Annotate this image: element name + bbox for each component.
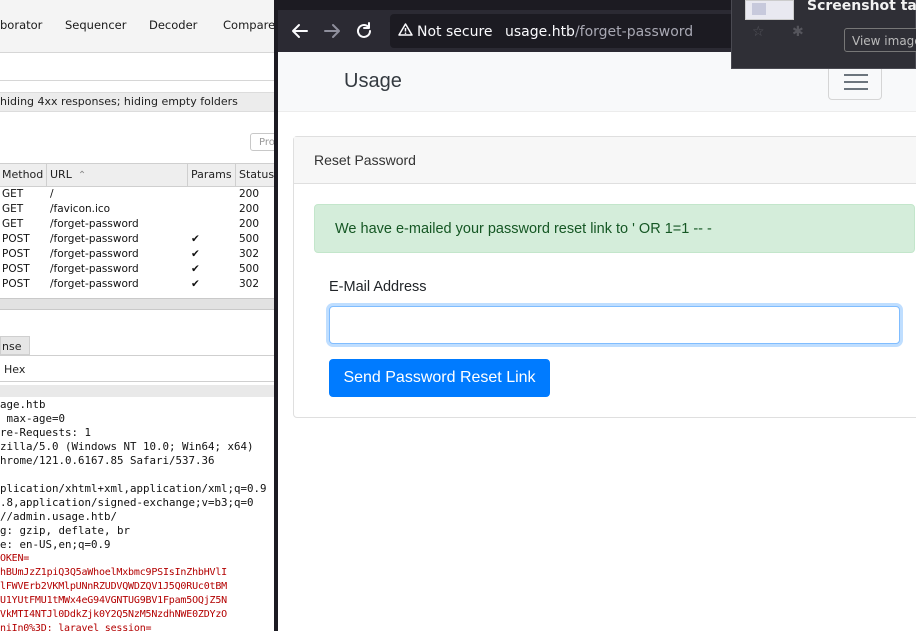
row-params-check: ✔ xyxy=(191,233,200,245)
web-page: Usage Reset Password We have e-mailed yo… xyxy=(278,52,916,631)
row-url: /forget-password xyxy=(50,278,139,290)
filter-bar[interactable]: hiding 4xx responses; hiding empty folde… xyxy=(0,92,274,112)
tab-sequencer[interactable]: Sequencer xyxy=(65,18,126,32)
request-line: re-Requests: 1 xyxy=(0,426,92,439)
tab-response[interactable]: nse xyxy=(0,336,30,355)
url-host: usage.htb xyxy=(505,24,575,40)
table-row[interactable]: GET / 200 xyxy=(0,187,274,202)
row-method: POST xyxy=(2,233,30,245)
row-url: /forget-password xyxy=(50,233,139,245)
table-row[interactable]: POST/forget-password ✔ 302 xyxy=(0,277,274,292)
proxy-button[interactable]: Pro xyxy=(250,133,274,151)
burp-window: borator Sequencer Decoder Comparer hidin… xyxy=(0,0,274,631)
alert-text: We have e-mailed your password reset lin… xyxy=(335,221,712,237)
column-status[interactable]: Status xyxy=(239,168,274,181)
row-status: 302 xyxy=(239,248,260,260)
row-method: GET xyxy=(2,203,24,215)
extension-icon: ✱ xyxy=(792,24,804,40)
email-field[interactable] xyxy=(329,306,900,344)
request-line: g: gzip, deflate, br xyxy=(0,524,131,537)
reset-password-card: Reset Password We have e-mailed your pas… xyxy=(293,136,916,418)
tab-decoder[interactable]: Decoder xyxy=(149,18,197,32)
row-params-check: ✔ xyxy=(191,278,200,290)
table-row[interactable]: POST/forget-password ✔ 500 xyxy=(0,262,274,277)
row-status: 500 xyxy=(239,263,260,275)
row-status: 302 xyxy=(239,278,260,290)
row-status: 500 xyxy=(239,233,260,245)
row-url: /forget-password xyxy=(50,248,139,260)
tab-hex[interactable]: Hex xyxy=(4,363,25,376)
star-icon: ☆ xyxy=(752,24,765,40)
request-line: //admin.usage.htb/ xyxy=(0,510,118,523)
request-line: OKEN= xyxy=(0,553,30,564)
browser-window: Not secure usage.htb/forget-password Usa… xyxy=(274,0,916,631)
success-alert: We have e-mailed your password reset lin… xyxy=(314,204,915,253)
request-line: U1YUtFMU1tMWx4eG94VGNTUG9BV1Fpam5OQjZ5N xyxy=(0,595,227,606)
column-method[interactable]: Method xyxy=(2,168,43,181)
view-image-button[interactable]: View image xyxy=(844,28,916,52)
hamburger-icon xyxy=(844,74,868,76)
request-line: plication/xhtml+xml,application/xml;q=0.… xyxy=(0,482,267,495)
row-method: POST xyxy=(2,263,30,275)
forward-arrow-icon[interactable] xyxy=(322,21,342,41)
request-line: hrome/121.0.6167.85 Safari/537.36 xyxy=(0,454,215,467)
column-url[interactable]: URL ⌃ xyxy=(50,168,86,181)
reload-icon[interactable] xyxy=(354,21,374,41)
row-url: /favicon.ico xyxy=(50,203,111,215)
tab-collaborator[interactable]: borator xyxy=(0,18,42,32)
history-table-header: Method URL ⌃ Params Status xyxy=(0,163,274,187)
row-status: 200 xyxy=(239,203,260,215)
card-header: Reset Password xyxy=(294,137,916,184)
url-path: /forget-password xyxy=(574,24,694,40)
email-label: E-Mail Address xyxy=(329,279,427,295)
request-line: zilla/5.0 (Windows NT 10.0; Win64; x64) xyxy=(0,440,254,453)
request-line: VkMTI4NTJl0DdkZjk0Y2Q5NzM5NzdhNWE0ZDYzO xyxy=(0,609,227,620)
row-method: POST xyxy=(2,248,30,260)
site-brand[interactable]: Usage xyxy=(344,70,402,93)
column-params[interactable]: Params xyxy=(191,168,232,181)
request-line: niIn0%3D; laravel_session= xyxy=(0,623,152,631)
request-line: .8,application/signed-exchange;v=b3;q=0 xyxy=(0,496,254,509)
request-line: lFWVErb2VKMlpUNnRZUDVQWDZQV1J5Q0RUc0tBM xyxy=(0,581,227,592)
table-row[interactable]: POST/forget-password ✔ 500 xyxy=(0,232,274,247)
row-url: /forget-password xyxy=(50,263,139,275)
screenshot-notification: ☆ ✱ Screenshot take View image xyxy=(731,0,916,69)
send-reset-link-button[interactable]: Send Password Reset Link xyxy=(329,359,550,397)
row-url: /forget-password xyxy=(50,218,139,230)
table-row[interactable]: POST/forget-password ✔ 302 xyxy=(0,247,274,262)
divider xyxy=(0,52,274,53)
request-line: age.htb xyxy=(0,398,46,411)
row-status: 200 xyxy=(239,218,260,230)
editor-gutter xyxy=(0,385,274,397)
table-row[interactable]: GET/favicon.ico 200 xyxy=(0,202,274,217)
warning-triangle-icon xyxy=(398,23,413,40)
pane-splitter[interactable] xyxy=(0,298,274,310)
request-line: max-age=0 xyxy=(0,412,66,425)
request-line: e: en-US,en;q=0.9 xyxy=(0,538,111,551)
row-url: / xyxy=(50,188,54,200)
divider xyxy=(0,80,274,81)
burp-tool-tabs: borator Sequencer Decoder Comparer xyxy=(0,0,274,52)
row-params-check: ✔ xyxy=(191,248,200,260)
filter-text: hiding 4xx responses; hiding empty folde… xyxy=(0,95,238,108)
row-method: POST xyxy=(2,278,30,290)
url-text[interactable]: usage.htb/forget-password xyxy=(505,24,693,40)
row-status: 200 xyxy=(239,188,260,200)
notification-title: Screenshot take xyxy=(807,0,916,14)
card-title: Reset Password xyxy=(314,152,416,168)
message-subtabs: Hex xyxy=(0,355,274,382)
sort-ascending-icon: ⌃ xyxy=(77,170,87,181)
row-method: GET xyxy=(2,188,24,200)
security-label: Not secure xyxy=(417,24,493,40)
row-params-check: ✔ xyxy=(191,263,200,275)
table-row[interactable]: GET/forget-password 200 xyxy=(0,217,274,232)
back-arrow-icon[interactable] xyxy=(290,21,310,41)
request-line: hBUmJzZ1piQ3Q5aWhoelMxbmc9PSIsInZhbHVlI xyxy=(0,567,227,578)
security-indicator[interactable]: Not secure xyxy=(398,23,493,40)
column-url-label: URL xyxy=(50,168,72,181)
screenshot-thumbnail[interactable] xyxy=(745,0,794,20)
row-method: GET xyxy=(2,218,24,230)
tab-comparer[interactable]: Comparer xyxy=(223,18,274,32)
